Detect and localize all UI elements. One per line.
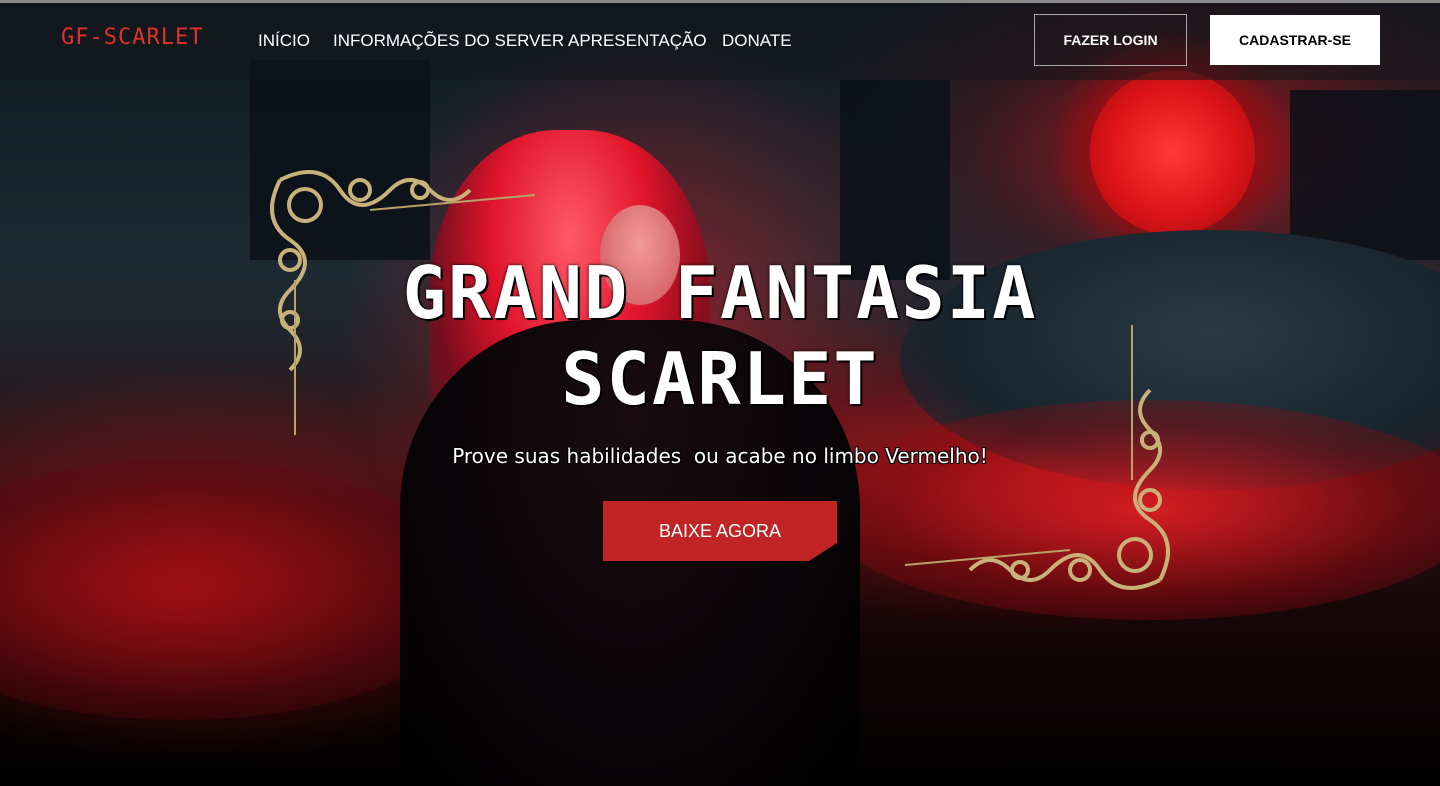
hero-title-line2: SCARLET [561, 337, 879, 421]
hero-title-line1: GRAND FANTASIA [402, 251, 1038, 335]
nav-link-inicio[interactable]: INÍCIO [258, 31, 310, 51]
castle-silhouette-right [1290, 90, 1440, 260]
download-button[interactable]: BAIXE AGORA [603, 501, 837, 561]
signup-button[interactable]: CADASTRAR-SE [1210, 15, 1380, 65]
blood-moon [1090, 70, 1255, 235]
nav-link-apresentacao[interactable]: APRESENTAÇÃO [568, 31, 707, 51]
nav-link-informacoes-server[interactable]: INFORMAÇÕES DO SERVER [333, 31, 564, 51]
site-logo[interactable]: GF-SCARLET [61, 25, 203, 50]
hero-subtitle: Prove suas habilidades ou acabe no limbo… [452, 444, 988, 468]
hero-title: GRAND FANTASIA SCARLET [0, 250, 1440, 422]
top-navbar: GF-SCARLET INÍCIO INFORMAÇÕES DO SERVER … [0, 3, 1440, 80]
nav-link-donate[interactable]: DONATE [722, 31, 792, 51]
login-button[interactable]: FAZER LOGIN [1034, 14, 1187, 66]
